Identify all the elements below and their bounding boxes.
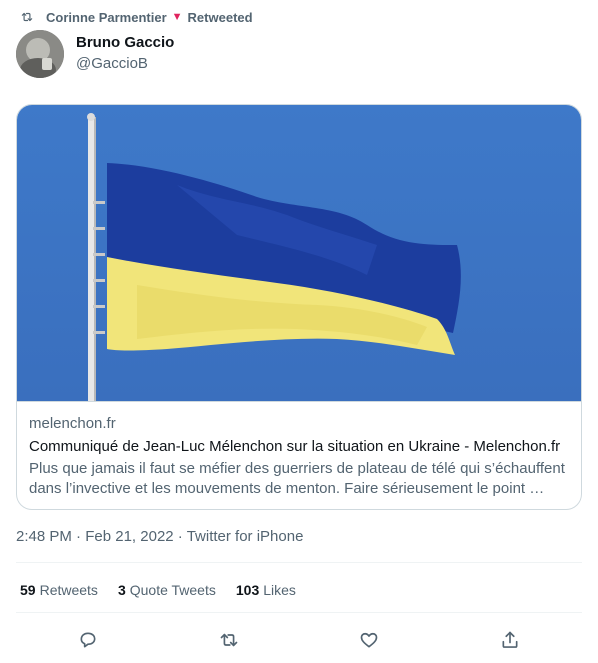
triangle-marker-icon: ▼	[171, 11, 183, 23]
tweet-source[interactable]: Twitter for iPhone	[187, 528, 304, 545]
quote-tweets-label: Quote Tweets	[129, 582, 216, 598]
avatar[interactable]	[16, 30, 64, 78]
tweet-meta: 2:48 PM · Feb 21, 2022 · Twitter for iPh…	[16, 528, 303, 545]
author-name[interactable]: Bruno Gaccio	[76, 34, 174, 51]
retweets-label: Retweets	[39, 582, 98, 598]
card-domain: melenchon.fr	[29, 415, 116, 432]
share-button[interactable]	[496, 626, 524, 654]
tweet-date[interactable]: Feb 21, 2022	[85, 528, 173, 545]
separator-dot: ·	[76, 528, 86, 545]
quote-tweets-count: 3	[117, 582, 126, 598]
card-title: Communiqué de Jean-Luc Mélenchon sur la …	[29, 438, 561, 455]
retweet-icon	[220, 633, 238, 647]
author-handle[interactable]: @GaccioB	[76, 55, 148, 72]
like-button[interactable]	[355, 626, 383, 654]
likes-count: 103	[235, 582, 260, 598]
likes-stat[interactable]: 103 Likes	[236, 582, 296, 598]
divider	[16, 562, 582, 563]
retweets-count: 59	[20, 582, 36, 598]
retweet-header[interactable]: Corinne Parmentier ▼ Retweeted	[20, 8, 253, 26]
retweeter-name[interactable]: Corinne Parmentier	[46, 10, 167, 25]
card-image	[17, 105, 581, 402]
tweet-stats: 59 Retweets 3 Quote Tweets 103 Likes	[20, 582, 316, 598]
reply-button[interactable]	[74, 626, 102, 654]
retweeted-label: Retweeted	[187, 9, 253, 25]
divider	[16, 612, 582, 613]
likes-label: Likes	[263, 582, 296, 598]
separator-dot: ·	[177, 528, 187, 545]
link-card[interactable]: melenchon.fr Communiqué de Jean-Luc Méle…	[16, 104, 582, 510]
action-bar	[0, 626, 598, 654]
share-icon	[502, 631, 518, 648]
quote-tweets-stat[interactable]: 3 Quote Tweets	[118, 582, 216, 598]
card-description: Plus que jamais il faut se méfier des gu…	[29, 460, 565, 497]
retweets-stat[interactable]: 59 Retweets	[20, 582, 98, 598]
tweet-time[interactable]: 2:48 PM	[16, 528, 72, 545]
like-icon	[360, 632, 378, 648]
reply-icon	[80, 632, 96, 648]
retweet-icon	[21, 12, 33, 22]
retweet-button[interactable]	[215, 626, 243, 654]
avatar-photo	[16, 30, 64, 78]
